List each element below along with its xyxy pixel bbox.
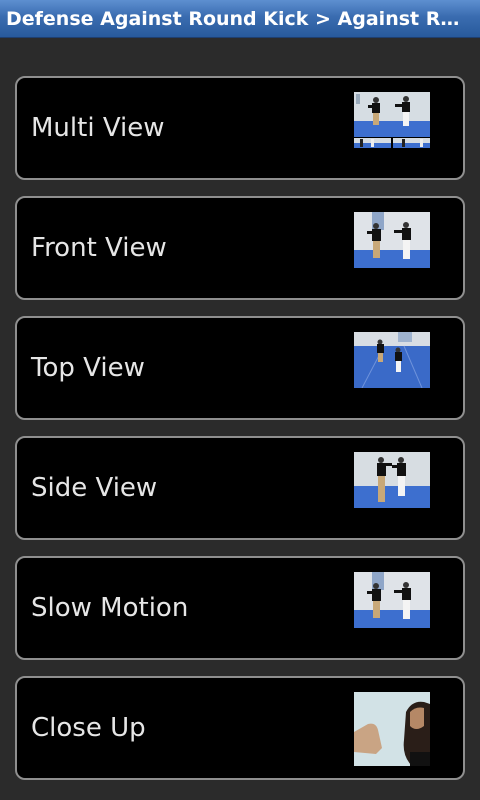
list-item-label: Top View xyxy=(31,353,145,383)
list-item-side-view[interactable]: Side View xyxy=(15,436,465,540)
slow-motion-thumbnail xyxy=(354,572,430,628)
view-list: Multi View Front View Top View Side View… xyxy=(15,76,465,796)
title-bar: Defense Against Round Kick > Against Rou… xyxy=(0,0,480,38)
list-item-label: Close Up xyxy=(31,713,146,743)
list-item-label: Front View xyxy=(31,233,167,263)
close-up-thumbnail xyxy=(354,692,430,766)
multi-view-thumbnail xyxy=(354,92,430,148)
top-view-thumbnail xyxy=(354,332,430,388)
page-title: Defense Against Round Kick > Against Rou… xyxy=(6,8,472,30)
list-item-top-view[interactable]: Top View xyxy=(15,316,465,420)
list-item-label: Multi View xyxy=(31,113,165,143)
list-item-close-up[interactable]: Close Up xyxy=(15,676,465,780)
side-view-thumbnail xyxy=(354,452,430,508)
list-item-front-view[interactable]: Front View xyxy=(15,196,465,300)
list-item-multi-view[interactable]: Multi View xyxy=(15,76,465,180)
list-item-label: Slow Motion xyxy=(31,593,189,623)
list-item-slow-motion[interactable]: Slow Motion xyxy=(15,556,465,660)
list-item-label: Side View xyxy=(31,473,158,503)
front-view-thumbnail xyxy=(354,212,430,268)
